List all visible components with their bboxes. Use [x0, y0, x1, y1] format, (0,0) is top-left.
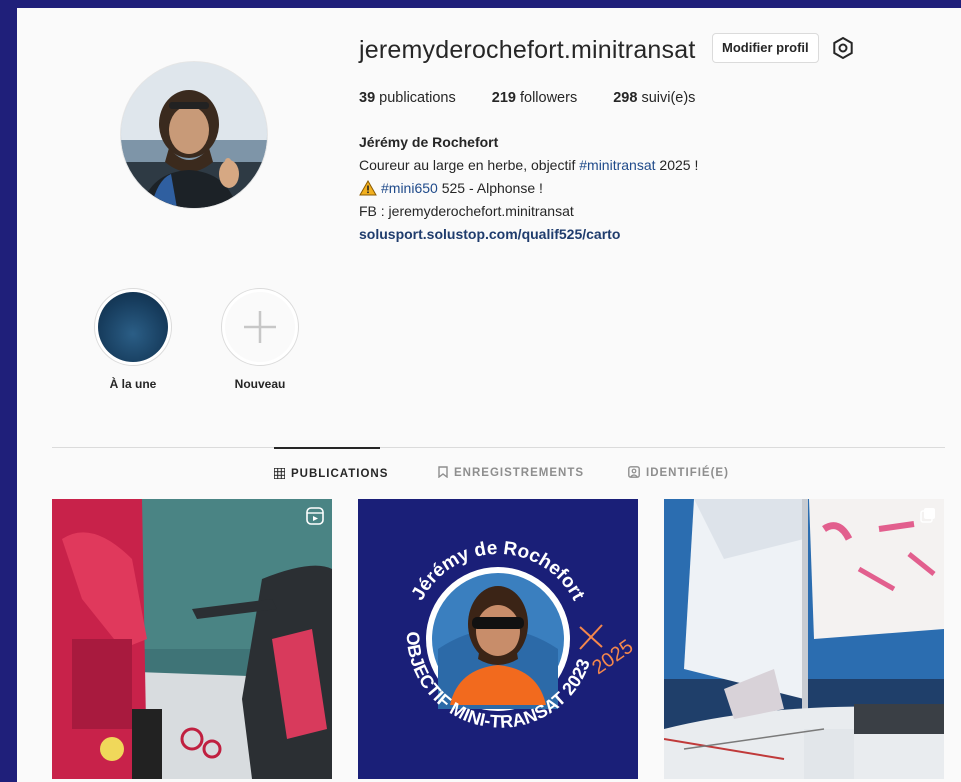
post-thumbnail-2[interactable]: Jérémy de Rochefort OBJECTIF MINI-TRANSA…: [358, 499, 638, 779]
profile-full-name: Jérémy de Rochefort: [359, 134, 499, 150]
reel-icon: [306, 507, 324, 530]
profile-bio: Jérémy de Rochefort Coureur au large en …: [359, 131, 698, 246]
highlight-label: Nouveau: [234, 377, 286, 391]
profile-avatar[interactable]: [120, 61, 268, 209]
multi-image-icon: [920, 507, 936, 528]
tab-publications[interactable]: PUBLICATIONS: [273, 447, 387, 489]
bio-line-3: FB : jeremyderochefort.minitransat: [359, 203, 574, 219]
stat-publications: 39 publications: [359, 90, 456, 106]
profile-stats: 39 publications 219 followers 298 suivi(…: [359, 90, 695, 106]
highlight-new[interactable]: Nouveau: [220, 288, 300, 391]
post-thumbnail-3[interactable]: [664, 499, 944, 779]
highlight-a-la-une[interactable]: À la une: [93, 288, 173, 391]
bio-line-1: Coureur au large en herbe, objectif #min…: [359, 157, 699, 173]
bio-website-link[interactable]: solusport.solustop.com/qualif525/carto: [359, 223, 698, 246]
tab-enregistrements[interactable]: ENREGISTREMENTS: [438, 447, 584, 487]
plus-icon: [225, 292, 295, 362]
post-thumbnail-1[interactable]: [52, 499, 332, 779]
settings-gear-icon[interactable]: [831, 36, 855, 60]
tagged-icon: [628, 466, 640, 478]
edit-profile-button[interactable]: Modifier profil: [712, 33, 819, 63]
grid-icon: [273, 467, 286, 480]
tab-identifie[interactable]: IDENTIFIÉ(E): [628, 447, 729, 487]
highlight-label: À la une: [109, 377, 157, 391]
hashtag-minitransat[interactable]: #minitransat: [579, 157, 655, 173]
profile-tabs: PUBLICATIONS ENREGISTREMENTS IDENTIFIÉ(E…: [17, 447, 961, 487]
warning-sign-icon: [359, 179, 377, 196]
highlight-cover: [98, 292, 168, 362]
hashtag-mini650[interactable]: #mini650: [381, 180, 438, 196]
stat-following[interactable]: 298 suivi(e)s: [613, 90, 695, 106]
profile-page: jeremyderochefort.minitransat Modifier p…: [17, 8, 961, 782]
highlight-ring: [94, 288, 172, 366]
bookmark-icon: [438, 466, 448, 479]
profile-username: jeremyderochefort.minitransat: [359, 36, 696, 64]
highlight-ring: [221, 288, 299, 366]
stat-followers[interactable]: 219 followers: [492, 90, 577, 106]
bio-line-2: #mini650 525 - Alphonse !: [359, 177, 698, 200]
